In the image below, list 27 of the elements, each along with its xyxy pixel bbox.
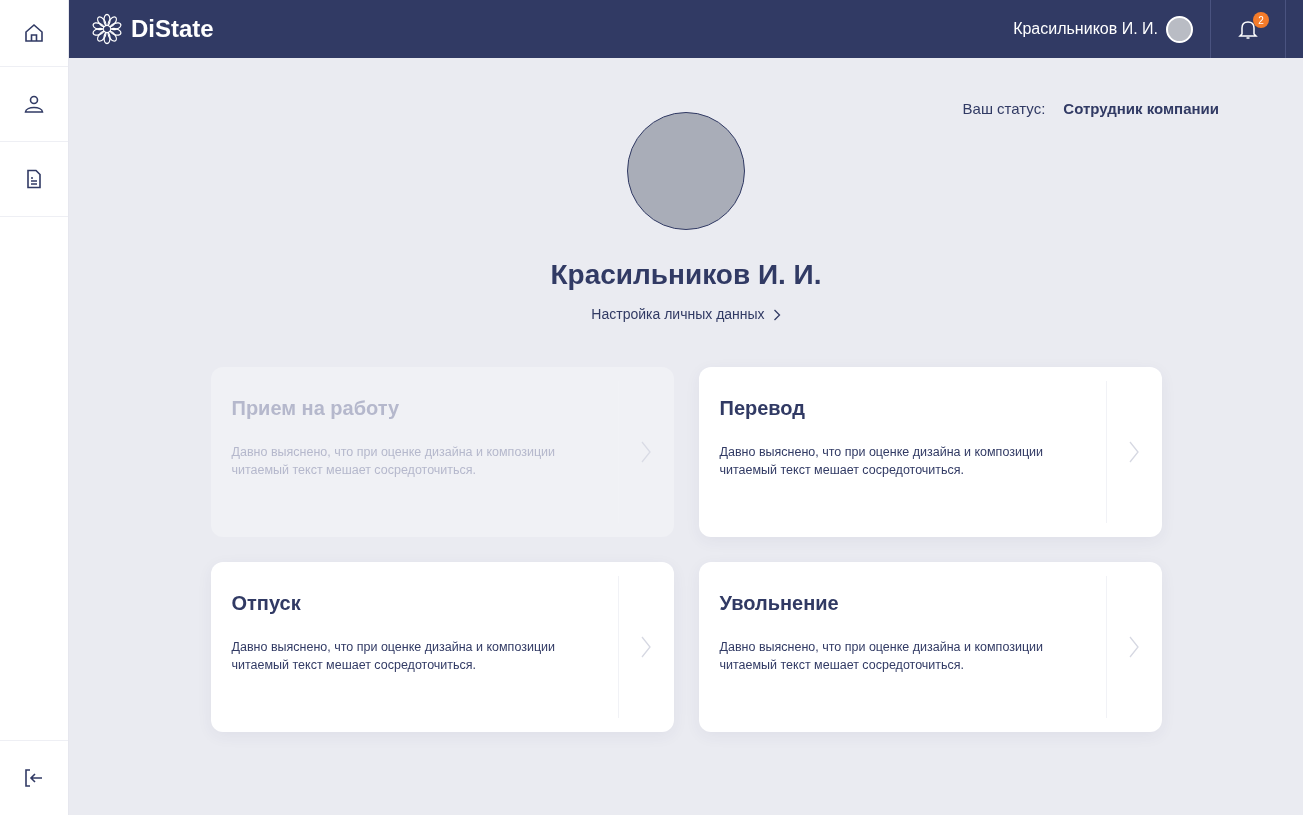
service-card[interactable]: Отпуск Давно выяснено, что при оценке дизайна и композиции читаемый текст мешает сосредоточиться. (210, 562, 674, 732)
notification-count-badge: 2 (1253, 12, 1269, 28)
logout-icon[interactable] (24, 768, 44, 788)
card-title: Прием на работу (231, 396, 401, 421)
home-icon[interactable] (24, 23, 44, 43)
card-title: Перевод (719, 396, 807, 421)
status-label: Ваш статус: (962, 99, 1046, 119)
chevron-right-icon (641, 636, 651, 658)
chevron-right-icon (1129, 636, 1139, 658)
document-icon[interactable] (24, 169, 44, 189)
card-title: Отпуск (231, 591, 302, 616)
profile-name: Красильников И. И. (550, 258, 822, 292)
card-title: Увольнение (719, 591, 840, 616)
card-description: Давно выяснено, что при оценке дизайна и композиции читаемый текст мешает сосредоточиться. (719, 639, 1045, 674)
personal-data-settings-link[interactable]: Настройка личных данных (591, 304, 781, 325)
chevron-right-icon (1129, 441, 1139, 463)
user-name[interactable]: Красильников И. И. (1013, 17, 1158, 41)
logo-text: DiState (131, 14, 214, 44)
card-description: Давно выяснено, что при оценке дизайна и композиции читаемый текст мешает сосредоточиться. (719, 444, 1045, 479)
profile-icon[interactable] (24, 94, 44, 114)
avatar-photo-placeholder (1166, 15, 1193, 43)
service-card[interactable]: Увольнение Давно выяснено, что при оценке дизайна и композиции читаемый текст мешает сосредоточиться. (698, 562, 1162, 732)
chevron-right-icon (772, 308, 781, 321)
card-description: Давно выяснено, что при оценке дизайна и композиции читаемый текст мешает сосредоточиться. (231, 639, 557, 674)
status-value: Сотрудник компании (1063, 99, 1219, 119)
flower-logo-icon (91, 13, 123, 45)
service-card[interactable]: Перевод Давно выяснено, что при оценке дизайна и композиции читаемый текст мешает сосредоточиться. (698, 367, 1162, 537)
